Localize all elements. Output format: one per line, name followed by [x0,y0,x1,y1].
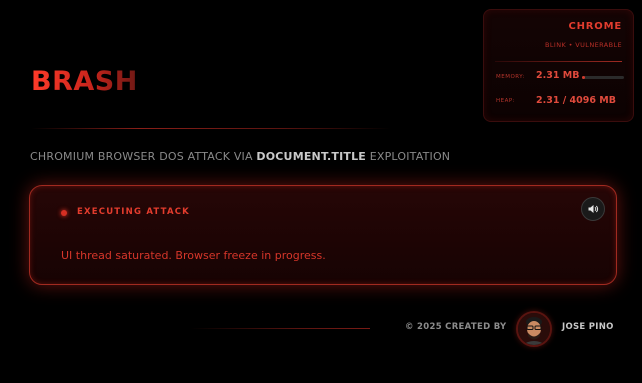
subtitle-suffix: EXPLOITATION [366,150,451,163]
memory-bar-fill [582,76,586,79]
page-subtitle: CHROMIUM BROWSER DOS ATTACK VIA DOCUMENT… [30,150,450,163]
attack-status-label: EXECUTING ATTACK [77,207,190,217]
author-avatar[interactable] [516,311,552,347]
subtitle-emphasis: DOCUMENT.TITLE [256,150,366,163]
attack-status-card: EXECUTING ATTACK UI thread saturated. Br… [29,185,617,285]
attack-status-message: UI thread saturated. Browser freeze in p… [61,249,326,262]
status-indicator-dot [61,210,67,216]
author-name: JOSE PINO [562,322,614,332]
browser-info-panel: CHROME BLINK • VULNERABLE MEMORY: 2.31 M… [483,9,634,122]
memory-label: MEMORY: [496,74,525,80]
heap-value: 2.31 / 4096 MB [536,95,616,106]
heap-label: HEAP: [496,98,516,104]
speaker-icon [588,205,599,213]
app-logo: BRASH [31,66,138,97]
copyright-text: © 2025 CREATED BY [405,322,507,332]
memory-bar [582,76,624,79]
memory-value: 2.31 MB [536,70,580,81]
footer-divider [190,328,370,329]
avatar-portrait [518,313,550,345]
subtitle-prefix: CHROMIUM BROWSER DOS ATTACK VIA [30,150,257,163]
browser-name: CHROME [568,21,622,32]
panel-divider [495,61,622,62]
sound-toggle-button[interactable] [581,197,605,221]
logo-underline [31,128,391,129]
engine-status: BLINK • VULNERABLE [545,41,622,49]
